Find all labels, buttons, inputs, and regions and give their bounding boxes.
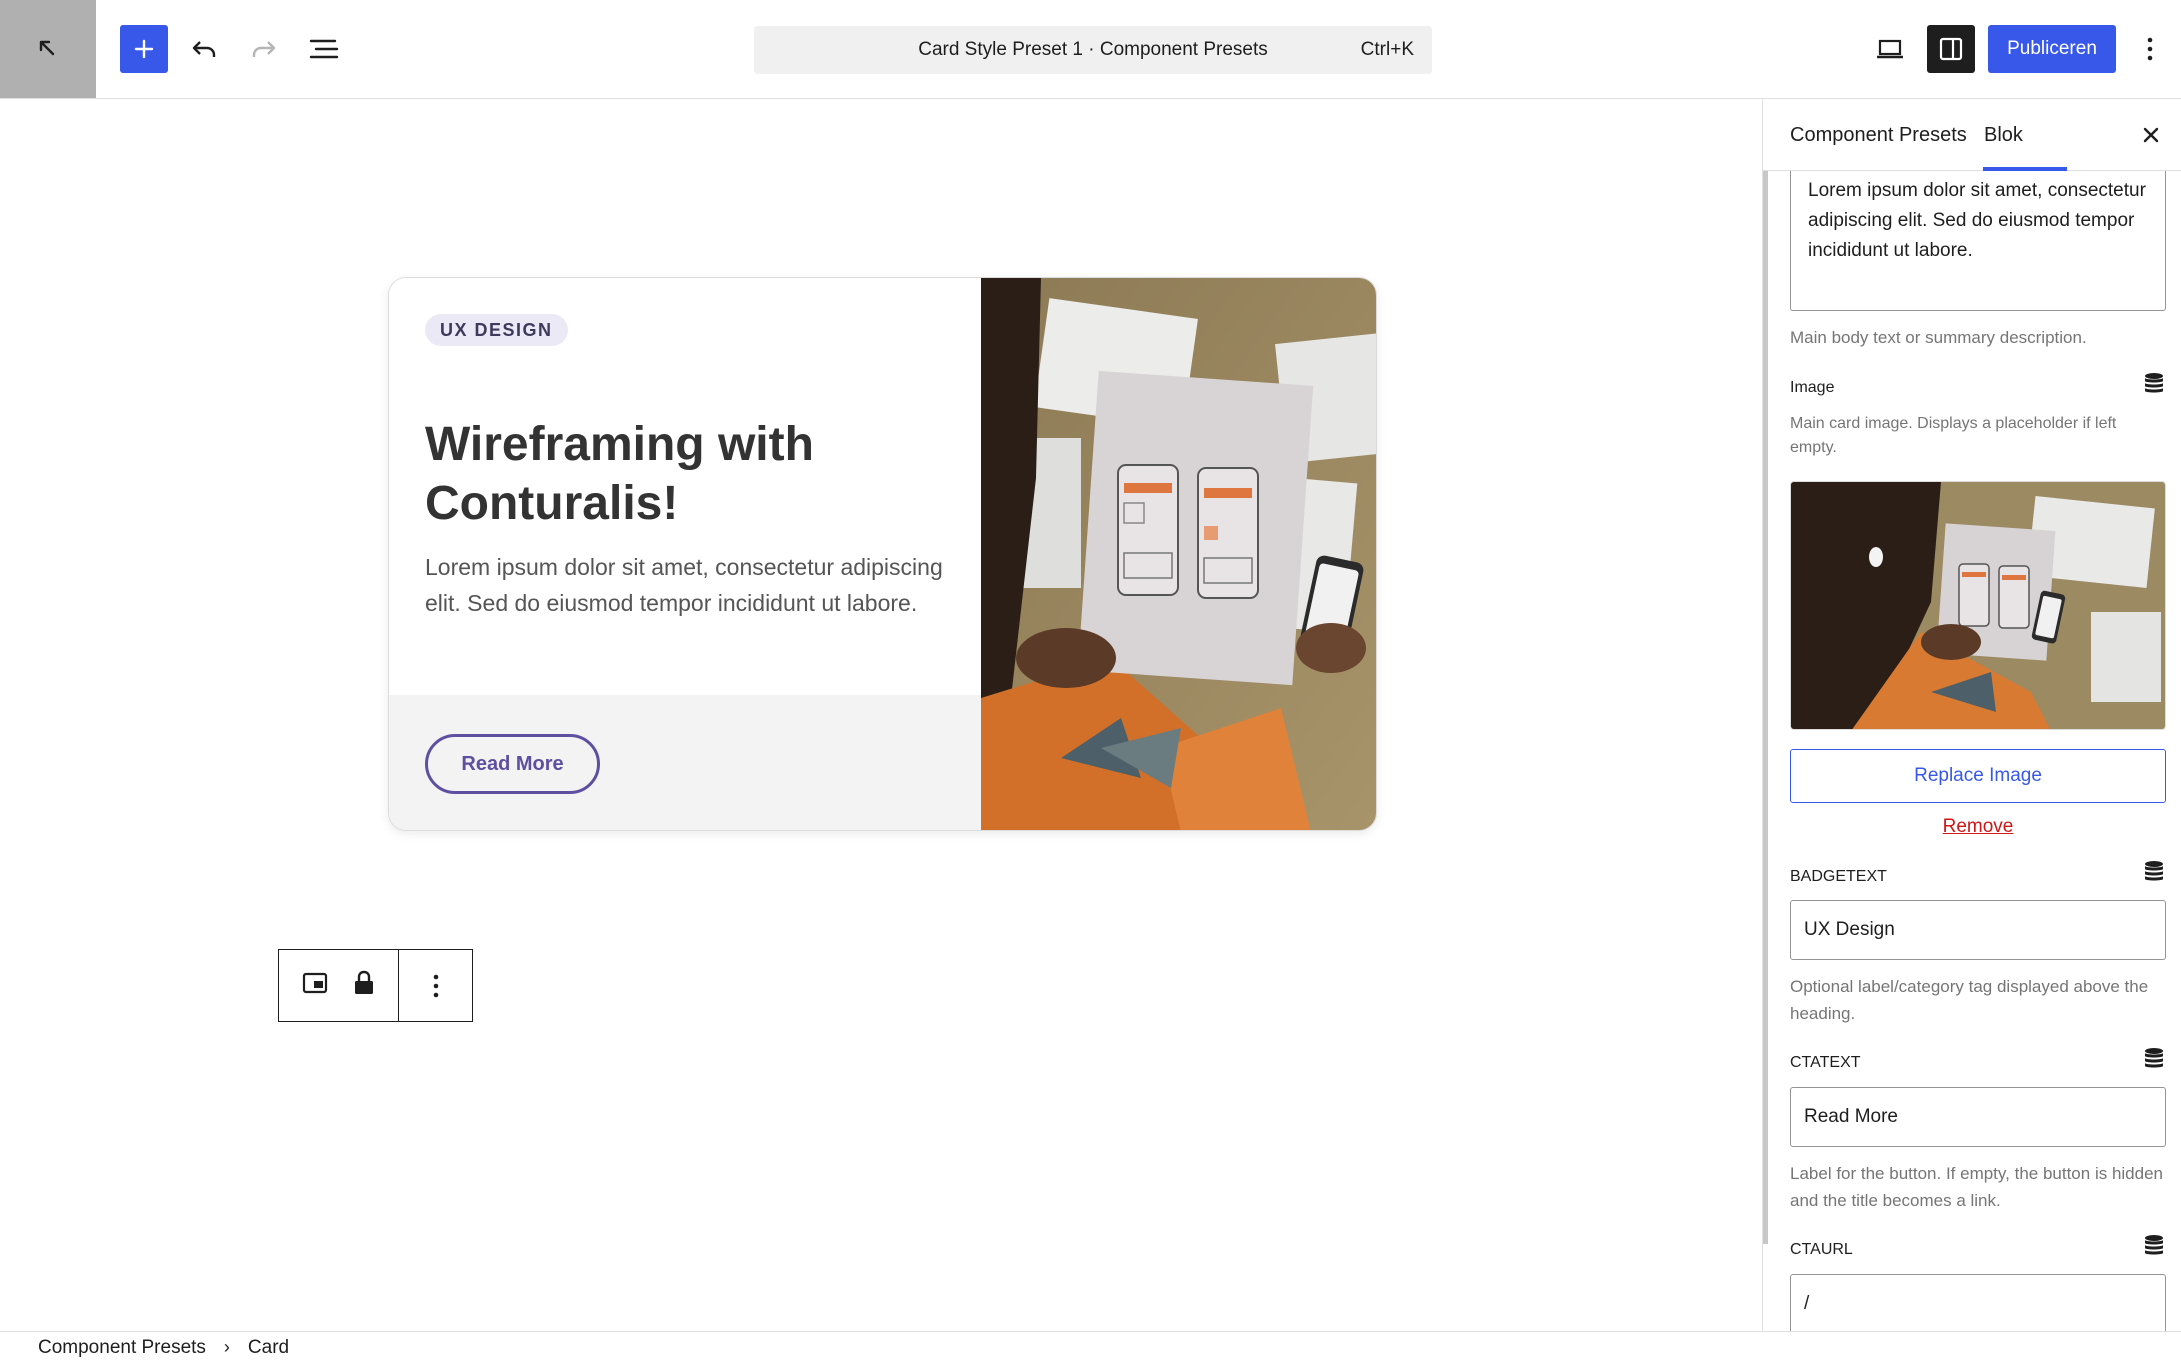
database-icon[interactable] (2142, 1233, 2166, 1257)
card-title[interactable]: Wireframing with Conturalis! (425, 415, 945, 533)
ctatext-input[interactable]: Read More (1790, 1087, 2166, 1147)
sidebar-icon (1939, 37, 1963, 61)
text-textarea[interactable]: Lorem ipsum dolor sit amet, consectetur … (1790, 171, 2166, 311)
document-overview-button[interactable] (300, 25, 348, 73)
block-toolbar (278, 949, 473, 1022)
publish-button[interactable]: Publiceren (1988, 25, 2116, 73)
tab-blok[interactable]: Blok (1984, 99, 2023, 171)
editor-canvas[interactable]: UX DESIGN Wireframing with Conturalis! L… (0, 99, 1762, 1331)
block-type-button[interactable] (302, 972, 328, 999)
sidebar-tabs: Component Presets Blok (1763, 99, 2181, 171)
preview-button[interactable] (1866, 25, 1914, 73)
card-badge[interactable]: UX DESIGN (425, 314, 568, 346)
database-icon[interactable] (2142, 371, 2166, 395)
ctatext-help: Label for the button. If empty, the butt… (1790, 1164, 2163, 1210)
image-help: Main card image. Displays a placeholder … (1790, 415, 2117, 456)
settings-sidebar: Component Presets Blok Lorem ipsum dolor… (1762, 99, 2181, 1331)
undo-button[interactable] (180, 25, 228, 73)
lock-icon (355, 970, 374, 994)
badgetext-label: BADGETEXT (1790, 868, 1887, 885)
document-title: Card Style Preset 1 · Component Presets (918, 39, 1268, 60)
card-content: UX DESIGN Wireframing with Conturalis! L… (389, 278, 981, 830)
image-preview[interactable] (1790, 481, 2166, 730)
more-vertical-icon (2147, 37, 2153, 61)
tab-component-presets[interactable]: Component Presets (1790, 99, 1967, 171)
options-button[interactable] (2128, 25, 2172, 73)
card-block[interactable]: UX DESIGN Wireframing with Conturalis! L… (388, 277, 1377, 831)
sidebar-scrollbar[interactable] (1763, 99, 1768, 1244)
command-palette-bar[interactable]: Card Style Preset 1 · Component Presets … (754, 26, 1432, 74)
wireframe-photo-thumbnail (1791, 482, 2165, 729)
list-view-icon (309, 39, 339, 59)
card-image[interactable] (981, 278, 1376, 830)
keyboard-shortcut: Ctrl+K (1360, 39, 1414, 60)
plus-icon (134, 39, 154, 59)
card-text[interactable]: Lorem ipsum dolor sit amet, consectetur … (425, 549, 945, 621)
chevron-right-icon: › (223, 1337, 230, 1357)
remove-image-link[interactable]: Remove (1790, 816, 2166, 838)
close-icon (2143, 127, 2159, 143)
badgetext-help: Optional label/category tag displayed ab… (1790, 977, 2149, 1023)
editor-header: Card Style Preset 1 · Component Presets … (0, 0, 2181, 99)
block-breadcrumb: Component Presets › Card (0, 1331, 2181, 1363)
lock-button[interactable] (353, 970, 375, 1001)
database-icon[interactable] (2142, 859, 2166, 883)
arrow-up-left-icon (39, 40, 55, 56)
media-text-icon (302, 972, 327, 994)
block-toolbar-group (279, 950, 399, 1021)
card-body: UX DESIGN Wireframing with Conturalis! L… (389, 278, 981, 695)
redo-icon (252, 41, 276, 57)
laptop-icon (1877, 39, 1903, 59)
read-more-button[interactable]: Read More (425, 734, 600, 794)
add-block-button[interactable] (120, 25, 168, 73)
replace-image-button[interactable]: Replace Image (1790, 749, 2166, 803)
close-sidebar-button[interactable] (2133, 117, 2169, 153)
badgetext-input[interactable]: UX Design (1790, 900, 2166, 960)
text-help: Main body text or summary description. (1790, 328, 2087, 347)
ctaurl-input[interactable]: / (1790, 1274, 2166, 1331)
undo-icon (192, 41, 216, 57)
ctatext-label: CTATEXT (1790, 1054, 1861, 1071)
breadcrumb-item[interactable]: Component Presets (38, 1337, 206, 1359)
settings-toggle-button[interactable] (1927, 25, 1975, 73)
ctaurl-label: CTAURL (1790, 1241, 1853, 1258)
card-footer: Read More (389, 695, 981, 830)
breadcrumb-item[interactable]: Card (248, 1337, 289, 1359)
database-icon[interactable] (2142, 1046, 2166, 1070)
redo-button[interactable] (240, 25, 288, 73)
image-label: Image (1790, 379, 1835, 396)
wireframe-photo-image (981, 278, 1376, 830)
back-arrow-button[interactable] (0, 0, 96, 98)
more-vertical-icon (433, 974, 438, 997)
block-options-button[interactable] (399, 950, 472, 1021)
